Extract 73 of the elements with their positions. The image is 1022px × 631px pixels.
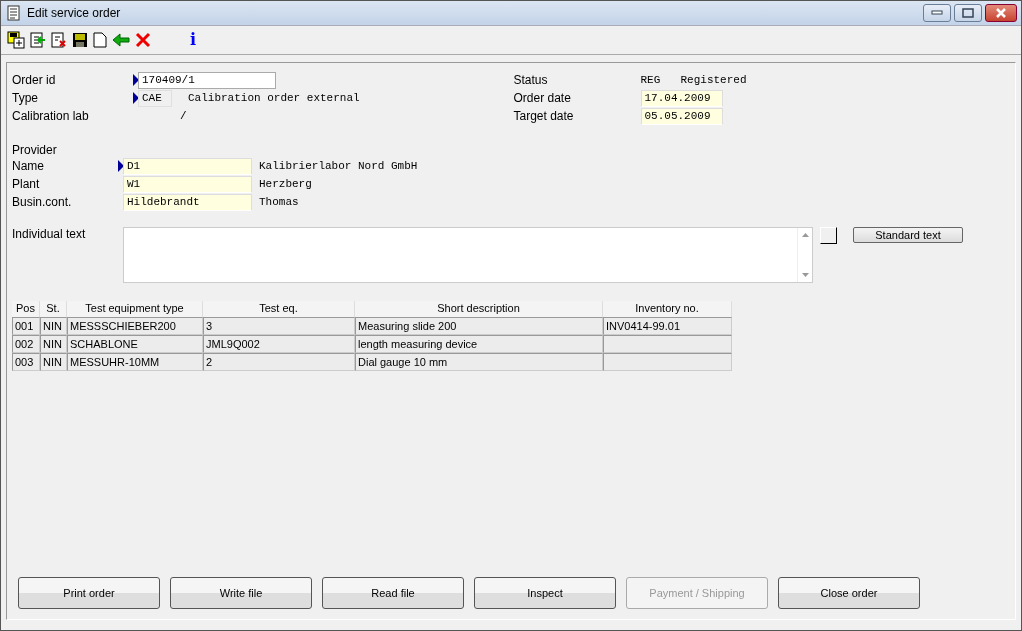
table-cell: Dial gauge 10 mm	[355, 353, 603, 371]
column-header[interactable]: Test equipment type	[67, 301, 203, 317]
field-label: Order id	[12, 73, 57, 87]
field-label: Plant	[12, 177, 41, 191]
document-icon	[7, 5, 21, 21]
close-icon	[994, 8, 1008, 18]
action-button[interactable]: Read file	[322, 577, 464, 609]
import-icon[interactable]	[30, 31, 46, 49]
table-cell: 001	[12, 317, 40, 335]
field-label: Busin.cont.	[12, 195, 73, 209]
window-title: Edit service order	[27, 6, 121, 20]
field-label: Calibration lab	[12, 109, 90, 123]
minimize-button[interactable]	[923, 4, 951, 22]
action-button[interactable]: Inspect	[474, 577, 616, 609]
scroll-down-icon[interactable]	[801, 273, 809, 277]
field-description: Calibration order external	[188, 92, 360, 104]
table-cell: NIN	[40, 335, 67, 353]
save-copy-icon[interactable]	[7, 31, 25, 49]
table-cell: 002	[12, 335, 40, 353]
scrollbar[interactable]	[797, 228, 812, 282]
action-button[interactable]: Close order	[778, 577, 920, 609]
maximize-button[interactable]	[954, 4, 982, 22]
table-cell: NIN	[40, 317, 67, 335]
column-header[interactable]: Short description	[355, 301, 603, 317]
table-cell: 003	[12, 353, 40, 371]
save-icon[interactable]	[72, 32, 88, 48]
date-field[interactable]: 17.04.2009	[640, 89, 723, 107]
column-header[interactable]: Inventory no.	[603, 301, 732, 317]
column-header[interactable]: Test eq.	[203, 301, 355, 317]
scroll-up-icon[interactable]	[801, 233, 809, 237]
action-button[interactable]: Print order	[18, 577, 160, 609]
field-label: Type	[12, 91, 39, 105]
section-label: Provider	[12, 143, 57, 157]
table-cell: INV0414-99.01	[603, 317, 732, 335]
status-code: REG	[640, 74, 662, 86]
provider-field[interactable]: D1	[123, 157, 252, 175]
provider-field[interactable]: Hildebrandt	[123, 193, 252, 211]
order-id-field[interactable]: 170409/1	[138, 71, 276, 89]
field-label: Order date	[513, 91, 572, 105]
standard-text-button[interactable]: Standard text	[853, 227, 963, 243]
table-cell: JML9Q002	[203, 335, 355, 353]
table-cell: MESSSCHIEBER200	[67, 317, 203, 335]
field-value: /	[180, 110, 187, 122]
action-button[interactable]: Write file	[170, 577, 312, 609]
column-header[interactable]: St.	[40, 301, 67, 317]
field-description: Herzberg	[259, 178, 312, 190]
delete-document-icon[interactable]	[51, 31, 67, 49]
field-label: Individual text	[12, 227, 87, 241]
field-label: Name	[12, 159, 45, 173]
field-description: Kalibrierlabor Nord GmbH	[259, 160, 418, 172]
table-cell: NIN	[40, 353, 67, 371]
date-field[interactable]: 05.05.2009	[640, 107, 723, 125]
back-arrow-icon[interactable]	[112, 33, 130, 47]
close-button[interactable]	[985, 4, 1017, 22]
field-label: Status	[513, 73, 549, 87]
table-cell: MESSUHR-10MM	[67, 353, 203, 371]
info-icon[interactable]: i	[190, 32, 197, 48]
cancel-icon[interactable]	[135, 32, 151, 48]
new-document-icon[interactable]	[93, 32, 107, 48]
field-label: Target date	[513, 109, 575, 123]
table-cell: 2	[203, 353, 355, 371]
table-cell: Measuring slide 200	[355, 317, 603, 335]
column-header[interactable]: Pos	[12, 301, 40, 317]
table-cell: SCHABLONE	[67, 335, 203, 353]
table-cell: 3	[203, 317, 355, 335]
type-code-field[interactable]: CAE	[138, 89, 172, 107]
small-button[interactable]	[820, 227, 837, 244]
status-text: Registered	[680, 74, 747, 86]
maximize-icon	[962, 8, 974, 18]
provider-field[interactable]: W1	[123, 175, 252, 193]
minimize-icon	[931, 10, 943, 16]
table-cell: length measuring device	[355, 335, 603, 353]
field-description: Thomas	[259, 196, 299, 208]
